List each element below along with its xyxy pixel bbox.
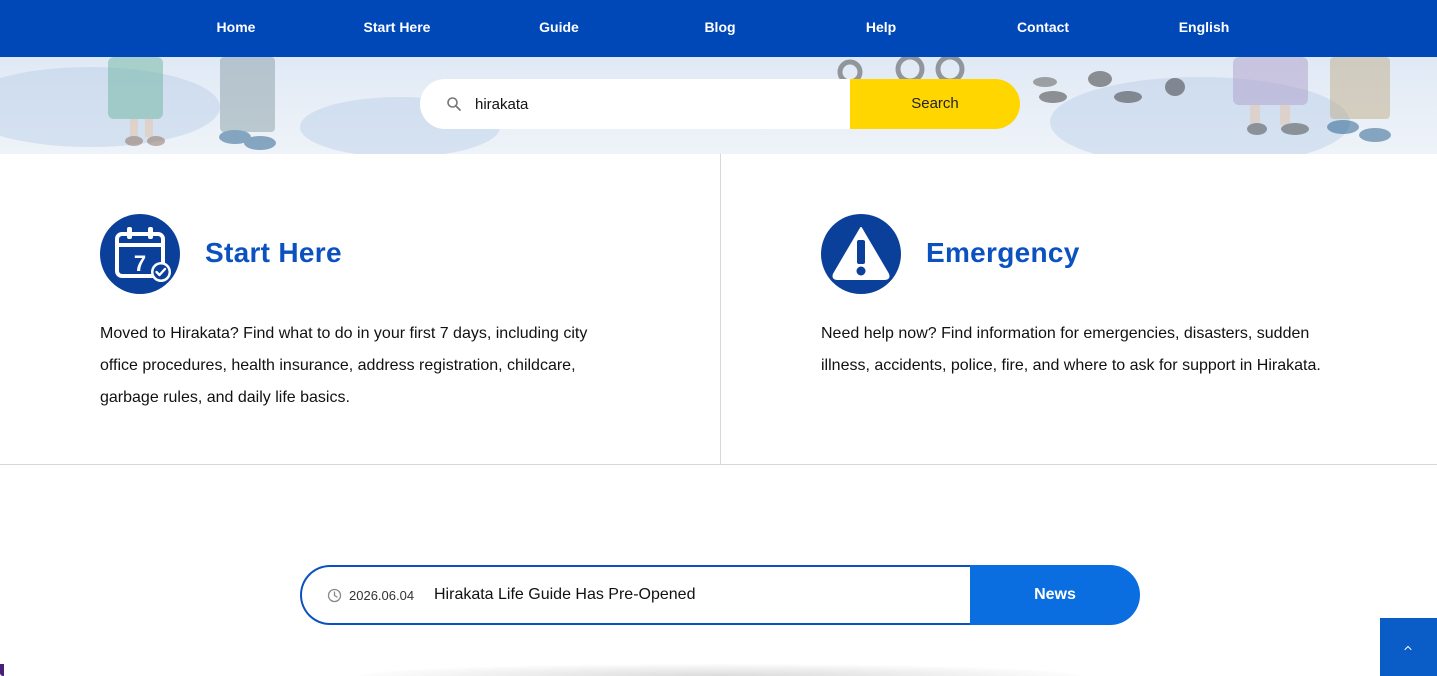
news-button[interactable]: News <box>970 565 1140 625</box>
search-input[interactable] <box>475 92 835 116</box>
news-date: 2026.06.04 <box>349 588 415 603</box>
nav-guide[interactable]: Guide <box>499 0 619 57</box>
search-bar: Search <box>420 79 1020 129</box>
card-shadow <box>360 664 1080 676</box>
chevron-up-icon <box>1404 645 1412 650</box>
top-navigation: Home Start Here Guide Blog Help Contact … <box>0 0 1437 57</box>
start-here-description: Moved to Hirakata? Find what to do in yo… <box>100 325 588 406</box>
nav-blog[interactable]: Blog <box>660 0 780 57</box>
search-button[interactable]: Search <box>850 79 1020 129</box>
calendar-7-check-icon: 7 <box>100 214 180 294</box>
search-field-container[interactable] <box>420 79 850 129</box>
page-edge-decoration <box>0 664 4 676</box>
news-item[interactable]: 2026.06.04 Hirakata Life Guide Has Pre-O… <box>300 565 972 625</box>
people-illustration <box>108 57 276 150</box>
start-here-card[interactable]: 7 Start Here Moved to Hirakata? Find wha… <box>0 154 720 464</box>
news-title-link[interactable]: Hirakata Life Guide Has Pre-Opened <box>434 586 695 604</box>
news-ticker: 2026.06.04 Hirakata Life Guide Has Pre-O… <box>300 565 1140 625</box>
hero-banner: Search <box>0 57 1437 154</box>
people-illustration <box>1233 57 1391 142</box>
feature-cards: 7 Start Here Moved to Hirakata? Find wha… <box>0 154 1437 465</box>
nav-language-english[interactable]: English <box>1144 0 1264 57</box>
nav-contact[interactable]: Contact <box>983 0 1103 57</box>
emergency-card[interactable]: Emergency Need help now? Find informatio… <box>721 154 1437 464</box>
warning-triangle-icon <box>821 214 901 294</box>
nav-home[interactable]: Home <box>176 0 296 57</box>
start-here-title[interactable]: Start Here <box>205 237 342 269</box>
calendar-day-number: 7 <box>134 251 146 276</box>
back-to-top-button[interactable] <box>1380 618 1437 676</box>
nav-help[interactable]: Help <box>821 0 941 57</box>
search-icon <box>447 97 461 111</box>
emergency-description: Need help now? Find information for emer… <box>821 325 1321 374</box>
emergency-title[interactable]: Emergency <box>926 237 1080 269</box>
nav-start-here[interactable]: Start Here <box>337 0 457 57</box>
clock-icon <box>327 588 342 603</box>
